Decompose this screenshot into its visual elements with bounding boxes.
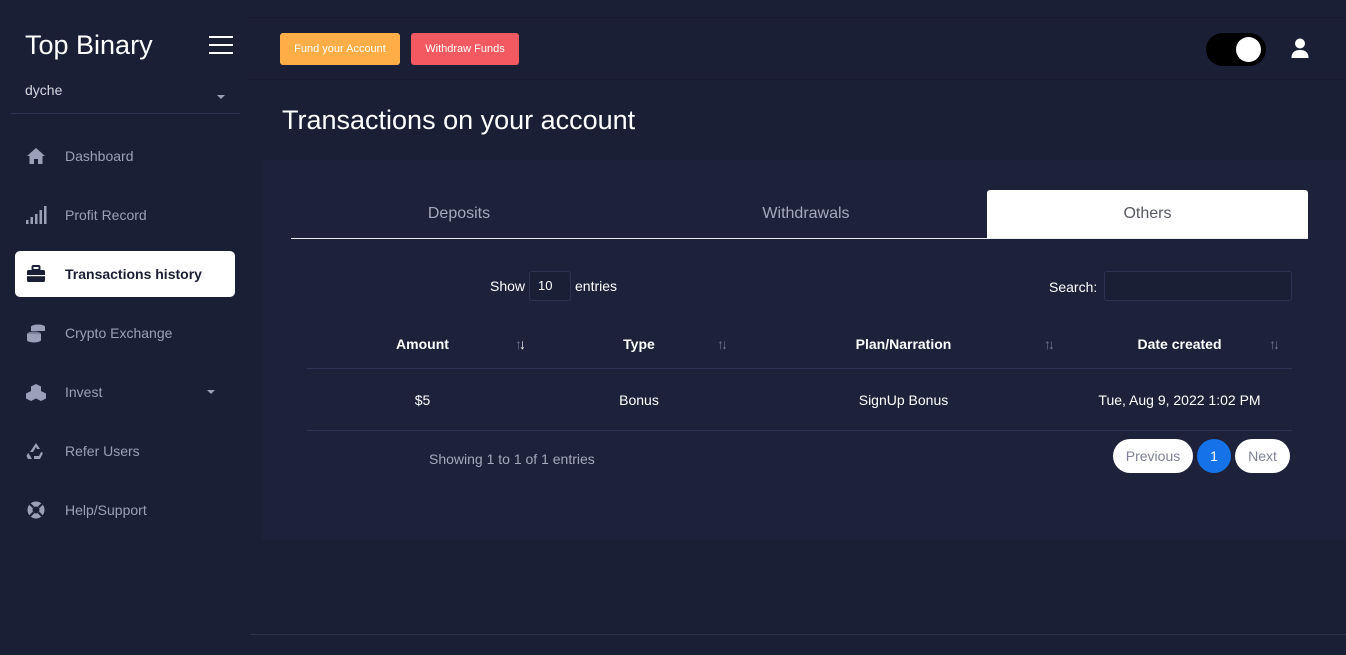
coins-icon xyxy=(25,322,47,344)
cell-amount: $5 xyxy=(414,391,431,408)
briefcase-icon xyxy=(25,263,47,285)
search-input[interactable] xyxy=(1104,271,1292,301)
theme-toggle[interactable] xyxy=(1206,33,1266,66)
tab-withdrawals[interactable]: Withdrawals xyxy=(636,190,976,238)
sidebar-item-label: Profit Record xyxy=(65,207,147,223)
withdraw-funds-button[interactable]: Withdraw Funds xyxy=(411,33,519,65)
sort-icon: ↑↓ xyxy=(717,336,728,352)
caret-down-icon xyxy=(207,390,215,394)
user-profile-icon[interactable] xyxy=(1291,38,1309,60)
table-row: $5 Bonus SignUp Bonus Tue, Aug 9, 2022 1… xyxy=(307,369,1292,431)
page-title: Transactions on your account xyxy=(282,105,636,135)
search-label: Search: xyxy=(1049,279,1098,295)
caret-down-icon xyxy=(217,95,225,99)
cubes-icon xyxy=(25,381,47,403)
signal-bars-icon xyxy=(25,204,47,226)
table-info: Showing 1 to 1 of 1 entries xyxy=(429,451,595,467)
sort-icon: ↑↓ xyxy=(515,336,526,352)
recycle-icon xyxy=(25,440,47,462)
life-ring-icon xyxy=(25,499,47,521)
fund-account-button[interactable]: Fund your Account xyxy=(280,33,400,65)
sidebar-item-label: Invest xyxy=(65,384,103,400)
column-header-date-created[interactable]: Date created xyxy=(1067,320,1292,368)
sidebar-item-invest[interactable]: Invest xyxy=(15,369,235,415)
cell-date-created: Tue, Aug 9, 2022 1:02 PM xyxy=(1098,391,1261,408)
page-length-select[interactable]: 10 xyxy=(529,271,571,301)
sidebar-item-help-support[interactable]: Help/Support xyxy=(15,487,235,533)
footer-divider xyxy=(250,634,1346,635)
sidebar: Top Binary dyche Dashboard Profit Record… xyxy=(0,0,250,655)
pagination-next-button[interactable]: Next xyxy=(1235,439,1290,473)
sidebar-item-crypto-exchange[interactable]: Crypto Exchange xyxy=(15,310,235,356)
sidebar-item-transactions-history[interactable]: Transactions history xyxy=(15,251,235,297)
cell-type: Bonus xyxy=(619,391,659,408)
pagination-previous-button[interactable]: Previous xyxy=(1113,439,1193,473)
entries-label: entries xyxy=(575,278,618,294)
sidebar-item-label: Transactions history xyxy=(65,266,202,282)
user-dropdown[interactable]: dyche xyxy=(10,80,240,114)
tab-deposits[interactable]: Deposits xyxy=(291,190,627,238)
sidebar-item-label: Refer Users xyxy=(65,443,140,459)
sidebar-item-refer-users[interactable]: Refer Users xyxy=(15,428,235,474)
username: dyche xyxy=(25,82,63,98)
toggle-knob xyxy=(1236,37,1261,62)
brand-logo[interactable]: Top Binary xyxy=(25,30,153,61)
sort-icon: ↑↓ xyxy=(1269,336,1280,352)
column-header-amount[interactable]: Amount xyxy=(307,320,538,368)
sidebar-item-label: Crypto Exchange xyxy=(65,325,173,341)
sidebar-item-dashboard[interactable]: Dashboard xyxy=(15,133,235,179)
show-label: Show xyxy=(490,278,526,294)
column-header-type[interactable]: Type xyxy=(538,320,740,368)
menu-toggle-icon[interactable] xyxy=(209,36,233,56)
home-icon xyxy=(25,145,47,167)
table-header: Amount ↑↓ Type ↑↓ Plan/Narration ↑↓ Date… xyxy=(307,320,1292,369)
sidebar-item-profit-record[interactable]: Profit Record xyxy=(15,192,235,238)
tab-others[interactable]: Others xyxy=(987,190,1308,238)
column-header-plan-narration[interactable]: Plan/Narration xyxy=(740,320,1067,368)
sort-icon: ↑↓ xyxy=(1044,336,1055,352)
sidebar-item-label: Dashboard xyxy=(65,148,134,164)
sidebar-item-label: Help/Support xyxy=(65,502,147,518)
transaction-tabs: Deposits Withdrawals Others xyxy=(291,190,1308,239)
pagination-page-1[interactable]: 1 xyxy=(1197,439,1231,473)
cell-plan-narration: SignUp Bonus xyxy=(858,391,949,408)
